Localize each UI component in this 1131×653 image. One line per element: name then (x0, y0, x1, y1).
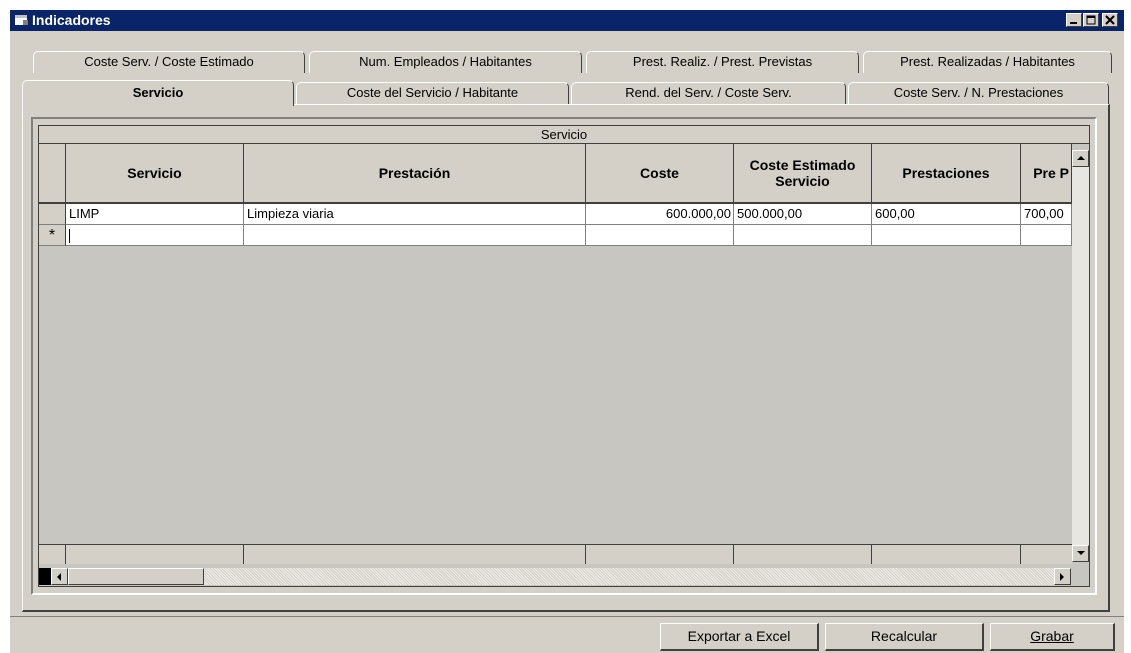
tab-prest-realizadas-habitantes[interactable]: Prest. Realizadas / Habitantes (863, 51, 1112, 73)
tab-servicio[interactable]: Servicio (22, 80, 294, 106)
arrow-left-icon (57, 573, 61, 581)
close-button[interactable] (1102, 13, 1118, 27)
column-header-prestacion[interactable]: Prestación (244, 144, 586, 204)
minimize-icon (1070, 22, 1077, 24)
cell-servicio[interactable]: LIMP (66, 204, 244, 225)
new-cell-prestaciones[interactable] (872, 225, 1021, 246)
form-icon (15, 15, 28, 25)
grid-caption: Servicio (39, 126, 1089, 144)
indicadores-window: Indicadores Coste Serv. / Coste Estimado… (9, 9, 1124, 653)
new-cell-prestaciones-previstas[interactable] (1021, 225, 1072, 246)
row-selector[interactable] (39, 204, 66, 225)
datasheet-grid[interactable]: Servicio Servicio Prestación Coste Coste… (38, 125, 1090, 587)
grid-footer-strip (39, 544, 1072, 564)
horizontal-scrollbar[interactable] (51, 568, 1071, 585)
cell-prestacion[interactable]: Limpieza viaria (244, 204, 586, 225)
new-cell-prestacion[interactable] (244, 225, 586, 246)
subform-frame: Servicio Servicio Prestación Coste Coste… (31, 117, 1097, 595)
tab-prest-realiz-prest-previstas[interactable]: Prest. Realiz. / Prest. Previstas (586, 51, 859, 73)
scroll-left-button[interactable] (51, 568, 68, 585)
footer-divider (871, 545, 872, 564)
cell-prestaciones-previstas[interactable]: 700,00 (1021, 204, 1072, 225)
arrow-right-icon (1060, 573, 1064, 581)
minimize-button[interactable] (1066, 13, 1082, 27)
arrow-up-icon (1077, 156, 1085, 160)
footer-divider (585, 545, 586, 564)
record-selector-marker (39, 568, 51, 585)
column-header-prestaciones-previstas[interactable]: Pre P (1021, 144, 1072, 204)
new-cell-coste[interactable] (586, 225, 734, 246)
tab-coste-serv-n-prestaciones[interactable]: Coste Serv. / N. Prestaciones (848, 82, 1109, 104)
text-cursor (69, 228, 70, 243)
tab-coste-servicio-habitante[interactable]: Coste del Servicio / Habitante (296, 82, 569, 104)
scroll-down-button[interactable] (1072, 545, 1089, 562)
vertical-scrollbar[interactable] (1072, 150, 1089, 562)
horizontal-scroll-thumb[interactable] (68, 568, 204, 585)
tab-panel-servicio: Servicio Servicio Prestación Coste Coste… (22, 104, 1110, 612)
footer-divider (733, 545, 734, 564)
scroll-right-button[interactable] (1054, 568, 1071, 585)
maximize-icon (1086, 15, 1096, 25)
save-button[interactable]: Grabar (990, 623, 1115, 651)
tab-num-empleados-habitantes[interactable]: Num. Empleados / Habitantes (309, 51, 582, 73)
column-header-coste-estimado-servicio[interactable]: Coste Estimado Servicio (734, 144, 872, 204)
footer-divider-line (10, 616, 1124, 617)
new-cell-coste-estimado[interactable] (734, 225, 872, 246)
new-cell-servicio[interactable] (66, 225, 244, 246)
tab-rend-serv-coste-serv[interactable]: Rend. del Serv. / Coste Serv. (571, 82, 846, 104)
column-header-prestaciones[interactable]: Prestaciones (872, 144, 1021, 204)
title-bar[interactable]: Indicadores (10, 10, 1124, 31)
save-button-label: Grabar (1030, 628, 1074, 644)
maximize-button[interactable] (1083, 13, 1099, 27)
arrow-down-icon (1077, 551, 1085, 555)
tab-coste-serv-coste-estimado[interactable]: Coste Serv. / Coste Estimado (33, 51, 305, 73)
column-header-servicio[interactable]: Servicio (66, 144, 244, 204)
new-row-indicator: * (39, 225, 66, 246)
footer-divider (65, 545, 66, 564)
cell-coste[interactable]: 600.000,00 (586, 204, 734, 225)
column-header-coste[interactable]: Coste (586, 144, 734, 204)
footer-divider (243, 545, 244, 564)
footer-divider (1020, 545, 1021, 564)
scroll-up-button[interactable] (1072, 150, 1089, 167)
header-selector[interactable] (39, 144, 66, 204)
window-title: Indicadores (32, 12, 111, 28)
export-excel-button[interactable]: Exportar a Excel (660, 623, 819, 651)
recalculate-button[interactable]: Recalcular (825, 623, 984, 651)
cell-coste-estimado[interactable]: 500.000,00 (734, 204, 872, 225)
close-icon (1105, 15, 1115, 25)
cell-prestaciones[interactable]: 600,00 (872, 204, 1021, 225)
